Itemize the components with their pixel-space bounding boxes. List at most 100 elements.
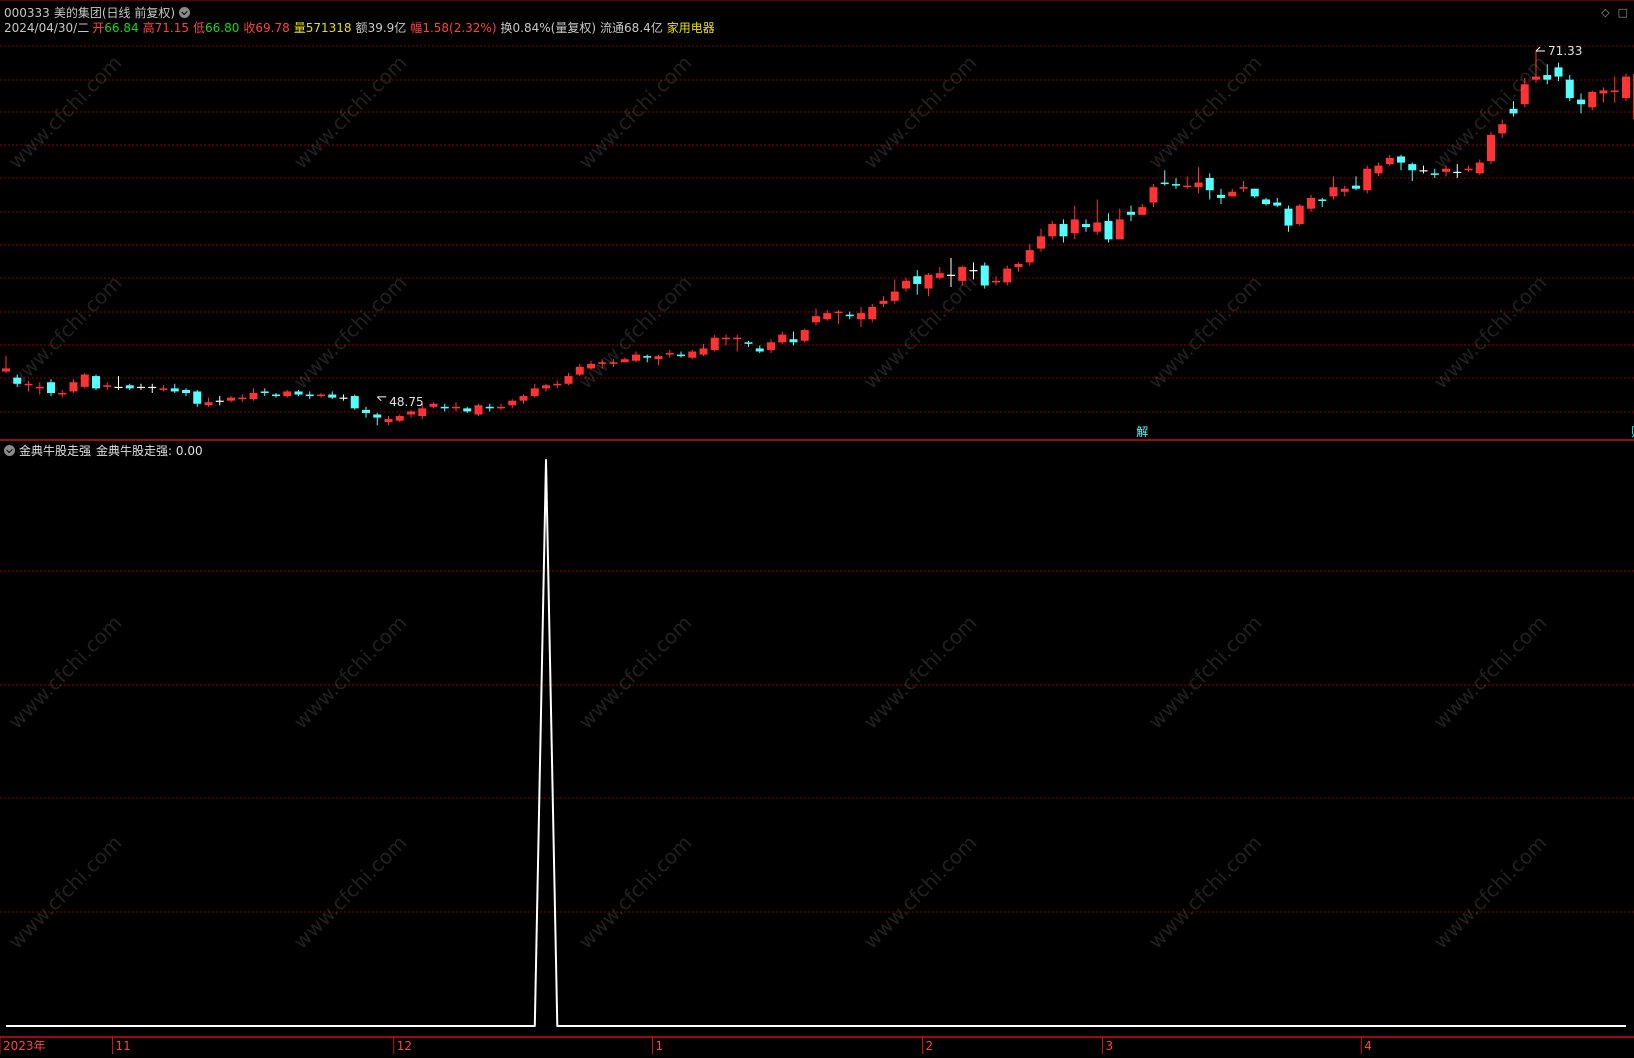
candle-body-up: [1025, 250, 1034, 263]
candle-body-down: [1205, 177, 1214, 191]
candle-body-up: [474, 405, 483, 415]
candle-body-up: [497, 406, 505, 409]
kline-chart[interactable]: 71.3348.75解财 2023年11121234: [0, 0, 1634, 1054]
indicator-settings-icon[interactable]: [4, 445, 15, 456]
candle-body-down: [1352, 185, 1360, 189]
candle-body-down: [182, 389, 190, 393]
candle-body-up: [2, 368, 10, 372]
candle-body-down: [1554, 67, 1563, 77]
settings-dropdown-icon[interactable]: [179, 7, 191, 18]
candle-body-up: [1588, 91, 1597, 108]
candle-body-up: [1003, 268, 1012, 283]
candle-body-up: [238, 397, 247, 400]
high-label: 高: [142, 21, 155, 35]
candle-body-up: [924, 274, 933, 289]
candle-body-down: [1262, 199, 1270, 205]
candle-body-down: [744, 342, 753, 344]
candle-body-up: [598, 362, 607, 364]
period-label: (日线 前复权): [101, 6, 176, 20]
chart-stage[interactable]: 71.3348.75解财 2023年11121234 000333美的集团(日线…: [0, 0, 1634, 1054]
candle-body-doji: [947, 274, 955, 276]
candle-body-up: [1014, 263, 1023, 268]
candle-body-up: [384, 419, 393, 423]
candle-body-up: [452, 406, 460, 409]
candle-body-up: [418, 408, 427, 417]
candle-body-down: [755, 348, 764, 352]
candle-body-up: [1374, 165, 1383, 174]
time-axis-label: 2023年: [3, 1039, 46, 1053]
time-axis-label: 12: [397, 1039, 412, 1053]
indicator-title-bar: 金典牛股走强 金典牛股走强: 0.00: [4, 442, 203, 459]
low-label: 低: [192, 21, 205, 35]
candle-body-down: [1250, 188, 1259, 197]
candle-body-down: [1543, 75, 1552, 80]
candle-body-up: [857, 313, 865, 320]
candle-body-up: [1340, 188, 1349, 192]
candle-body-up: [834, 311, 843, 314]
change-value: 1.58(2.32%): [422, 21, 497, 35]
low-value: 66.80: [204, 21, 240, 35]
candle-body-down: [1565, 79, 1574, 99]
candle-body-down: [1284, 208, 1293, 226]
industry-label[interactable]: 家用电器: [667, 21, 715, 35]
candle-body-up: [1532, 76, 1540, 80]
candle-body-down: [350, 396, 359, 409]
candle-body-doji: [215, 400, 224, 402]
time-axis-label: 2: [926, 1039, 934, 1053]
candle-body-up: [958, 267, 967, 281]
candle-body-down: [1408, 164, 1417, 171]
candle-body-down: [170, 388, 179, 392]
candle-body-doji: [137, 386, 145, 389]
candle-body-up: [609, 362, 618, 364]
candle-body-up: [429, 403, 438, 407]
candle-body-up: [564, 376, 573, 384]
open-value: 66.84: [104, 21, 139, 35]
candle-body-down: [677, 354, 685, 357]
candle-body-up: [249, 392, 258, 400]
stock-name: 美的集团: [53, 6, 102, 20]
candle-body-up: [227, 397, 235, 401]
maximize-icon[interactable]: □: [1618, 6, 1628, 19]
time-axis-label: 1: [656, 1039, 664, 1053]
candle-body-down: [125, 385, 134, 389]
candle-body-down: [294, 391, 303, 395]
candle-body-up: [1093, 222, 1102, 232]
candle-body-up: [204, 402, 213, 406]
candle-body-up: [407, 411, 415, 415]
candle-body-up: [1228, 191, 1237, 197]
candle-body-up: [283, 391, 292, 397]
candle-body-down: [463, 408, 472, 412]
candle-body-down: [485, 406, 494, 409]
candle-body-down: [1127, 211, 1135, 215]
candle-body-up: [1295, 205, 1304, 225]
candle-body-down: [328, 394, 337, 398]
candle-body-doji: [114, 386, 123, 389]
close-value: 69.78: [255, 21, 290, 35]
candle-body-up: [35, 386, 44, 389]
high-marker-label: 71.33: [1548, 44, 1582, 58]
window-controls: ◇ □: [1593, 6, 1628, 19]
candle-body-down: [643, 356, 652, 358]
candle-body-up: [1307, 197, 1315, 209]
candle-body-down: [980, 265, 989, 286]
pin-icon[interactable]: ◇: [1601, 6, 1609, 19]
time-axis-label: 11: [116, 1039, 131, 1053]
close-label: 收: [243, 21, 256, 35]
candle-body-up: [890, 291, 899, 301]
change-label: 幅: [410, 21, 423, 35]
candle-body-up: [69, 382, 78, 392]
candle-body-up: [778, 334, 787, 343]
candle-body-up: [1610, 90, 1619, 92]
open-label: 开: [92, 21, 105, 35]
candle-body-down: [845, 314, 854, 317]
candle-body-down: [440, 406, 449, 409]
candle-body-down: [789, 339, 798, 343]
event-marker: 解: [1136, 425, 1148, 439]
candle-body-up: [159, 388, 168, 390]
indicator-name[interactable]: 金典牛股走强: [19, 444, 91, 458]
candle-body-up: [24, 383, 33, 386]
candle-body-up: [1037, 236, 1045, 249]
candle-body-down: [92, 376, 100, 389]
candle-body-down: [272, 394, 280, 397]
candle-body-up: [1239, 187, 1248, 189]
